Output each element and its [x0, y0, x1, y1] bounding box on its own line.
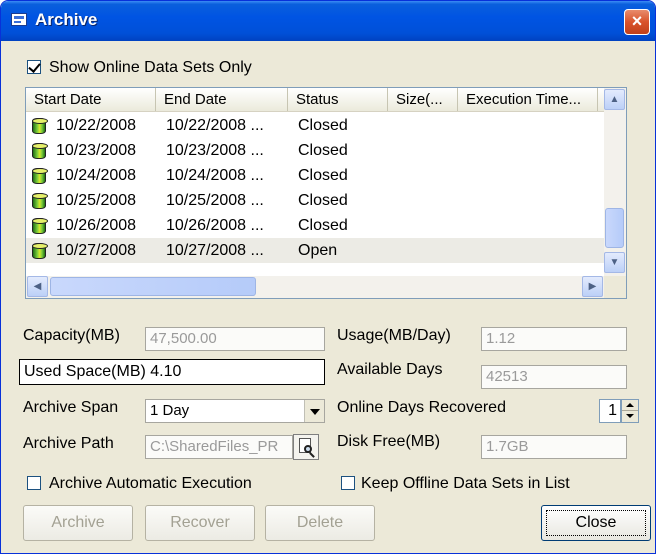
archive-span-value: 1 Day	[150, 402, 190, 419]
keep-offline-label: Keep Offline Data Sets in List	[361, 475, 570, 492]
database-icon	[32, 193, 48, 209]
row-end-date: 10/23/2008 ...	[166, 142, 264, 159]
database-icon	[32, 118, 48, 134]
online-days-spinner[interactable]	[621, 399, 639, 423]
spin-up-icon[interactable]	[622, 400, 638, 411]
delete-button[interactable]: Delete	[265, 505, 375, 541]
archive-button[interactable]: Archive	[23, 505, 133, 541]
column-execution-time[interactable]: Execution Time...	[458, 88, 598, 111]
horizontal-scrollbar[interactable]: ◀ ▶	[26, 276, 604, 298]
browse-button[interactable]	[293, 434, 319, 460]
window-title: Archive	[35, 10, 98, 29]
online-days-input[interactable]: 1	[599, 399, 621, 423]
archive-dialog: Archive × Show Online Data Sets Only Sta…	[0, 0, 656, 554]
scroll-corner	[604, 276, 626, 298]
scroll-left-button[interactable]: ◀	[27, 276, 48, 297]
archive-path-label: Archive Path	[23, 435, 114, 452]
close-window-button[interactable]: ×	[624, 9, 650, 35]
archive-list[interactable]: Start Date End Date Status Size(... Exec…	[25, 87, 627, 299]
table-row[interactable]: 10/25/2008 10/25/2008 ... Closed	[26, 188, 604, 213]
row-status: Open	[298, 242, 338, 259]
archive-span-label: Archive Span	[23, 399, 119, 416]
row-status: Closed	[298, 217, 348, 234]
available-days-field: 42513	[481, 365, 627, 389]
usage-label: Usage(MB/Day)	[337, 327, 451, 344]
row-status: Closed	[298, 192, 348, 209]
row-start-date: 10/27/2008	[56, 242, 137, 259]
chevron-down-icon[interactable]	[304, 400, 324, 422]
row-end-date: 10/22/2008 ...	[166, 117, 264, 134]
database-icon	[32, 143, 48, 159]
used-space-field: Used Space(MB) 4.10	[19, 359, 325, 385]
horizontal-scroll-thumb[interactable]	[50, 277, 256, 296]
disk-free-label: Disk Free(MB)	[337, 433, 441, 450]
archive-path-field: C:\SharedFiles_PR	[145, 435, 293, 459]
recover-button[interactable]: Recover	[145, 505, 255, 541]
row-start-date: 10/22/2008	[56, 117, 137, 134]
close-button[interactable]: Close	[541, 505, 651, 541]
row-status: Closed	[298, 142, 348, 159]
row-start-date: 10/25/2008	[56, 192, 137, 209]
database-icon	[32, 168, 48, 184]
usage-field: 1.12	[481, 327, 627, 351]
vertical-scrollbar[interactable]: ▲ ▼	[604, 88, 626, 276]
row-end-date: 10/24/2008 ...	[166, 167, 264, 184]
capacity-field: 47,500.00	[145, 327, 325, 351]
table-row-selected[interactable]: 10/27/2008 10/27/2008 ... Open	[26, 238, 604, 263]
row-start-date: 10/23/2008	[56, 142, 137, 159]
auto-execution-label: Archive Automatic Execution	[49, 475, 252, 492]
database-icon	[32, 243, 48, 259]
table-row[interactable]: 10/24/2008 10/24/2008 ... Closed	[26, 163, 604, 188]
scroll-up-button[interactable]: ▲	[604, 89, 625, 110]
app-window-icon	[11, 13, 27, 26]
row-status: Closed	[298, 117, 348, 134]
close-icon: ×	[631, 11, 643, 31]
title-bar[interactable]: Archive ×	[1, 1, 655, 41]
show-online-label: Show Online Data Sets Only	[49, 59, 252, 76]
column-end-date[interactable]: End Date	[156, 88, 288, 111]
archive-span-select[interactable]: 1 Day	[145, 399, 325, 423]
scroll-down-button[interactable]: ▼	[604, 252, 625, 273]
disk-free-field: 1.7GB	[481, 435, 627, 459]
database-icon	[32, 218, 48, 234]
spin-down-icon[interactable]	[622, 411, 638, 422]
row-end-date: 10/26/2008 ...	[166, 217, 264, 234]
capacity-label: Capacity(MB)	[23, 327, 120, 344]
vertical-scroll-thumb[interactable]	[605, 208, 624, 248]
auto-execution-checkbox[interactable]	[27, 476, 41, 490]
row-start-date: 10/24/2008	[56, 167, 137, 184]
available-days-label: Available Days	[337, 361, 443, 378]
row-start-date: 10/26/2008	[56, 217, 137, 234]
column-status[interactable]: Status	[288, 88, 388, 111]
show-online-checkbox[interactable]	[27, 60, 41, 74]
table-row[interactable]: 10/22/2008 10/22/2008 ... Closed	[26, 113, 604, 138]
table-row[interactable]: 10/26/2008 10/26/2008 ... Closed	[26, 213, 604, 238]
table-row[interactable]: 10/23/2008 10/23/2008 ... Closed	[26, 138, 604, 163]
row-end-date: 10/25/2008 ...	[166, 192, 264, 209]
row-end-date: 10/27/2008 ...	[166, 242, 264, 259]
keep-offline-checkbox[interactable]	[341, 476, 355, 490]
column-start-date[interactable]: Start Date	[26, 88, 156, 111]
online-days-label: Online Days Recovered	[337, 399, 506, 416]
column-size[interactable]: Size(...	[388, 88, 458, 111]
scroll-right-button[interactable]: ▶	[582, 276, 603, 297]
row-status: Closed	[298, 167, 348, 184]
list-header: Start Date End Date Status Size(... Exec…	[26, 88, 626, 112]
